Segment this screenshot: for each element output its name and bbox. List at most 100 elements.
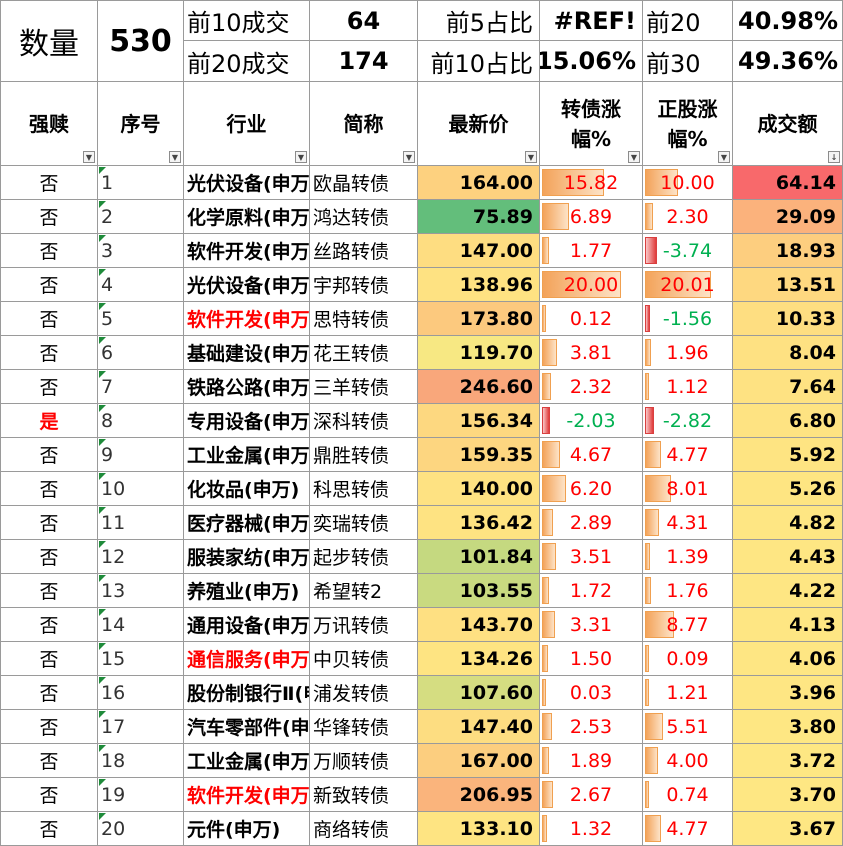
cell-bond[interactable]: 3.81 — [540, 336, 643, 370]
cell-industry[interactable]: 工业金属(申万) — [184, 744, 310, 778]
cell-redeem[interactable]: 是 — [0, 404, 98, 438]
cell-bond[interactable]: 2.32 — [540, 370, 643, 404]
cell-seq[interactable]: 7 — [98, 370, 184, 404]
cell-redeem[interactable]: 否 — [0, 302, 98, 336]
header-industry[interactable]: 行业 ▼ — [184, 82, 310, 166]
cell-stock[interactable]: 1.76 — [643, 574, 733, 608]
cell-name[interactable]: 丝路转债 — [310, 234, 418, 268]
cell-seq[interactable]: 18 — [98, 744, 184, 778]
cell-industry[interactable]: 基础建设(申万) — [184, 336, 310, 370]
header-seq[interactable]: 序号 ▼ — [98, 82, 184, 166]
cell-bond[interactable]: 3.51 — [540, 540, 643, 574]
cell-stock[interactable]: 4.31 — [643, 506, 733, 540]
cell-name[interactable]: 思特转债 — [310, 302, 418, 336]
cell-industry[interactable]: 养殖业(申万) — [184, 574, 310, 608]
cell-stock[interactable]: -2.82 — [643, 404, 733, 438]
cell-price[interactable]: 143.70 — [418, 608, 540, 642]
cell-stock[interactable]: -1.56 — [643, 302, 733, 336]
cell-industry[interactable]: 汽车零部件(申万) — [184, 710, 310, 744]
cell-name[interactable]: 商络转债 — [310, 812, 418, 846]
cell-redeem[interactable]: 否 — [0, 506, 98, 540]
header-bond-change[interactable]: 转债涨幅% ▼ — [540, 82, 643, 166]
cell-stock[interactable]: 4.77 — [643, 812, 733, 846]
filter-dropdown-icon[interactable]: ▼ — [169, 151, 181, 163]
cell-price[interactable]: 246.60 — [418, 370, 540, 404]
cell-name[interactable]: 花王转债 — [310, 336, 418, 370]
cell-stock[interactable]: 1.21 — [643, 676, 733, 710]
cell-redeem[interactable]: 否 — [0, 438, 98, 472]
cell-price[interactable]: 101.84 — [418, 540, 540, 574]
cell-redeem[interactable]: 否 — [0, 370, 98, 404]
cell-seq[interactable]: 19 — [98, 778, 184, 812]
cell-price[interactable]: 134.26 — [418, 642, 540, 676]
cell-bond[interactable]: 1.89 — [540, 744, 643, 778]
cell-turnover[interactable]: 13.51 — [733, 268, 843, 302]
cell-bond[interactable]: 1.32 — [540, 812, 643, 846]
cell-bond[interactable]: 3.31 — [540, 608, 643, 642]
filter-dropdown-icon[interactable]: ▼ — [718, 151, 730, 163]
cell-redeem[interactable]: 否 — [0, 574, 98, 608]
cell-price[interactable]: 103.55 — [418, 574, 540, 608]
cell-industry[interactable]: 医疗器械(申万) — [184, 506, 310, 540]
cell-price[interactable]: 136.42 — [418, 506, 540, 540]
filter-dropdown-icon[interactable]: ▼ — [403, 151, 415, 163]
cell-seq[interactable]: 9 — [98, 438, 184, 472]
filter-dropdown-icon[interactable]: ▼ — [628, 151, 640, 163]
cell-turnover[interactable]: 3.80 — [733, 710, 843, 744]
cell-name[interactable]: 科思转债 — [310, 472, 418, 506]
cell-bond[interactable]: 6.20 — [540, 472, 643, 506]
filter-dropdown-icon[interactable]: ▼ — [83, 151, 95, 163]
cell-industry[interactable]: 工业金属(申万) — [184, 438, 310, 472]
cell-name[interactable]: 万顺转债 — [310, 744, 418, 778]
cell-name[interactable]: 华锋转债 — [310, 710, 418, 744]
cell-bond[interactable]: -2.03 — [540, 404, 643, 438]
cell-seq[interactable]: 20 — [98, 812, 184, 846]
cell-seq[interactable]: 12 — [98, 540, 184, 574]
cell-bond[interactable]: 0.12 — [540, 302, 643, 336]
cell-price[interactable]: 133.10 — [418, 812, 540, 846]
cell-name[interactable]: 鸿达转债 — [310, 200, 418, 234]
cell-turnover[interactable]: 18.93 — [733, 234, 843, 268]
cell-turnover[interactable]: 29.09 — [733, 200, 843, 234]
cell-industry[interactable]: 软件开发(申万) — [184, 234, 310, 268]
cell-turnover[interactable]: 4.13 — [733, 608, 843, 642]
cell-stock[interactable]: 2.30 — [643, 200, 733, 234]
cell-industry[interactable]: 服装家纺(申万) — [184, 540, 310, 574]
cell-price[interactable]: 140.00 — [418, 472, 540, 506]
cell-price[interactable]: 173.80 — [418, 302, 540, 336]
cell-price[interactable]: 156.34 — [418, 404, 540, 438]
cell-turnover[interactable]: 5.92 — [733, 438, 843, 472]
cell-redeem[interactable]: 否 — [0, 472, 98, 506]
cell-seq[interactable]: 17 — [98, 710, 184, 744]
filter-dropdown-icon[interactable]: ▼ — [525, 151, 537, 163]
cell-stock[interactable]: 1.12 — [643, 370, 733, 404]
cell-turnover[interactable]: 10.33 — [733, 302, 843, 336]
cell-redeem[interactable]: 否 — [0, 336, 98, 370]
filter-dropdown-icon[interactable]: ▼ — [295, 151, 307, 163]
cell-name[interactable]: 欧晶转债 — [310, 166, 418, 200]
cell-price[interactable]: 75.89 — [418, 200, 540, 234]
cell-stock[interactable]: 4.00 — [643, 744, 733, 778]
cell-seq[interactable]: 16 — [98, 676, 184, 710]
cell-seq[interactable]: 14 — [98, 608, 184, 642]
cell-bond[interactable]: 2.53 — [540, 710, 643, 744]
header-turnover[interactable]: 成交额 ↓ — [733, 82, 843, 166]
cell-price[interactable]: 167.00 — [418, 744, 540, 778]
cell-industry[interactable]: 股份制银行Ⅱ(申万) — [184, 676, 310, 710]
cell-price[interactable]: 159.35 — [418, 438, 540, 472]
cell-price[interactable]: 206.95 — [418, 778, 540, 812]
cell-redeem[interactable]: 否 — [0, 676, 98, 710]
cell-name[interactable]: 新致转债 — [310, 778, 418, 812]
cell-bond[interactable]: 15.82 — [540, 166, 643, 200]
cell-stock[interactable]: 10.00 — [643, 166, 733, 200]
cell-redeem[interactable]: 否 — [0, 642, 98, 676]
cell-turnover[interactable]: 64.14 — [733, 166, 843, 200]
cell-turnover[interactable]: 3.70 — [733, 778, 843, 812]
cell-turnover[interactable]: 6.80 — [733, 404, 843, 438]
cell-redeem[interactable]: 否 — [0, 166, 98, 200]
cell-turnover[interactable]: 8.04 — [733, 336, 843, 370]
cell-industry[interactable]: 专用设备(申万) — [184, 404, 310, 438]
cell-price[interactable]: 147.00 — [418, 234, 540, 268]
cell-industry[interactable]: 软件开发(申万) — [184, 302, 310, 336]
cell-seq[interactable]: 6 — [98, 336, 184, 370]
